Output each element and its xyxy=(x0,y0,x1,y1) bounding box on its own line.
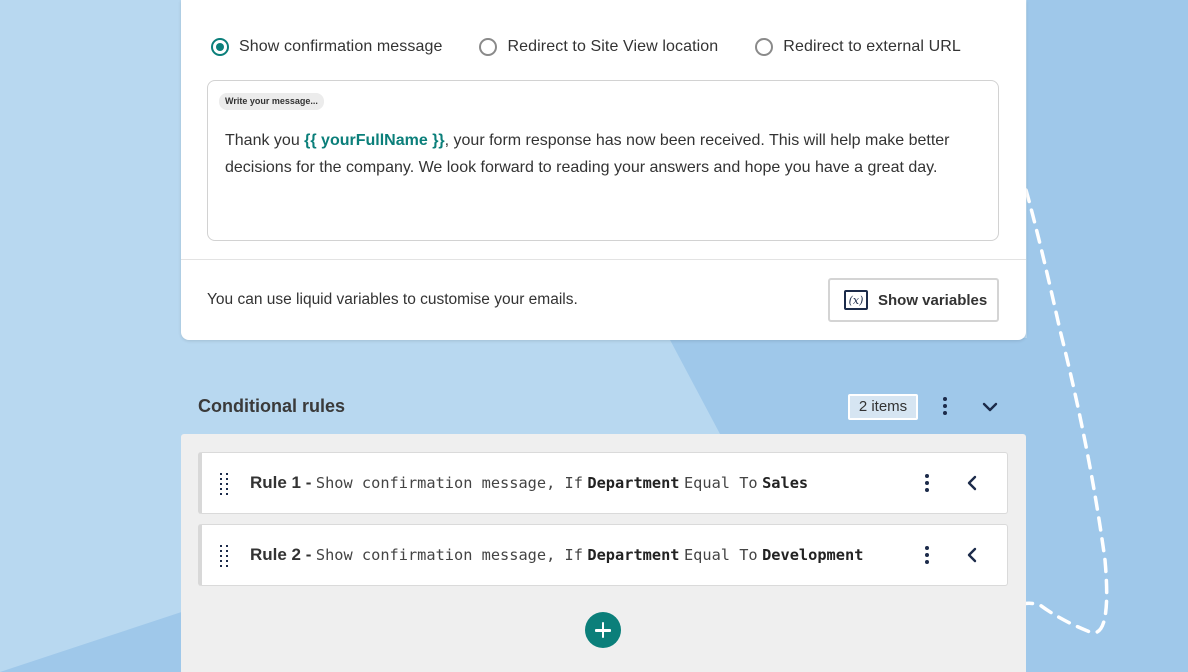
collapse-chevron-down-icon[interactable] xyxy=(980,397,1000,417)
radio-label-show-confirmation: Show confirmation message xyxy=(239,38,443,55)
rule-operator: Equal To xyxy=(683,474,758,492)
radio-show-confirmation[interactable] xyxy=(211,38,229,56)
radio-label-redirect-site-view: Redirect to Site View location xyxy=(507,38,719,55)
rule-action: Show confirmation message, If xyxy=(315,474,583,492)
message-text-before: Thank you xyxy=(225,132,305,149)
rule-options-icon[interactable] xyxy=(917,543,937,567)
radio-redirect-external-url[interactable] xyxy=(755,38,774,56)
conditional-rules-panel: Rule 1 - Show confirmation message, If D… xyxy=(181,434,1026,672)
expand-chevron-left-icon[interactable] xyxy=(962,545,982,565)
liquid-variable-token: {{ yourFullName }} xyxy=(304,132,445,149)
rule-summary: Rule 2 - Show confirmation message, If D… xyxy=(250,545,863,565)
rule-row[interactable]: Rule 2 - Show confirmation message, If D… xyxy=(198,524,1008,586)
rule-name: Rule 1 - xyxy=(250,473,312,492)
message-editor[interactable]: Write your message... Thank you {{ yourF… xyxy=(207,80,999,241)
rules-more-options-icon[interactable] xyxy=(935,394,955,418)
drag-handle-icon[interactable] xyxy=(218,471,232,497)
conditional-rules-title: Conditional rules xyxy=(198,396,346,416)
rule-summary: Rule 1 - Show confirmation message, If D… xyxy=(250,473,808,493)
expand-chevron-left-icon[interactable] xyxy=(962,473,982,493)
show-variables-button[interactable]: (x) Show variables xyxy=(828,278,999,322)
rule-action: Show confirmation message, If xyxy=(315,546,583,564)
radio-option-show-confirmation[interactable]: Show confirmation message xyxy=(211,38,442,56)
rules-count-badge: 2 items xyxy=(848,394,918,420)
card-divider xyxy=(181,259,1026,260)
rule-field: Department xyxy=(587,546,680,564)
liquid-variables-hint: You can use liquid variables to customis… xyxy=(207,291,578,308)
variable-icon: (x) xyxy=(844,290,868,310)
radio-option-redirect-external-url[interactable]: Redirect to external URL xyxy=(755,38,961,56)
rule-operator: Equal To xyxy=(683,546,758,564)
confirmation-type-radio-group: Show confirmation message Redirect to Si… xyxy=(211,38,998,56)
message-placeholder-label: Write your message... xyxy=(219,93,324,110)
drag-handle-icon[interactable] xyxy=(218,543,232,569)
confirmation-settings-card: Show confirmation message Redirect to Si… xyxy=(181,0,1026,340)
rule-value: Development xyxy=(762,546,864,564)
radio-label-redirect-external-url: Redirect to external URL xyxy=(783,38,961,55)
radio-redirect-site-view[interactable] xyxy=(479,38,498,56)
message-text[interactable]: Thank you {{ yourFullName }}, your form … xyxy=(225,127,965,181)
rule-options-icon[interactable] xyxy=(917,471,937,495)
radio-option-redirect-site-view[interactable]: Redirect to Site View location xyxy=(479,38,718,56)
show-variables-label: Show variables xyxy=(878,291,988,309)
add-rule-button[interactable] xyxy=(585,612,621,648)
rule-name: Rule 2 - xyxy=(250,545,312,564)
rule-row[interactable]: Rule 1 - Show confirmation message, If D… xyxy=(198,452,1008,514)
rule-value: Sales xyxy=(762,474,809,492)
rule-field: Department xyxy=(587,474,680,492)
